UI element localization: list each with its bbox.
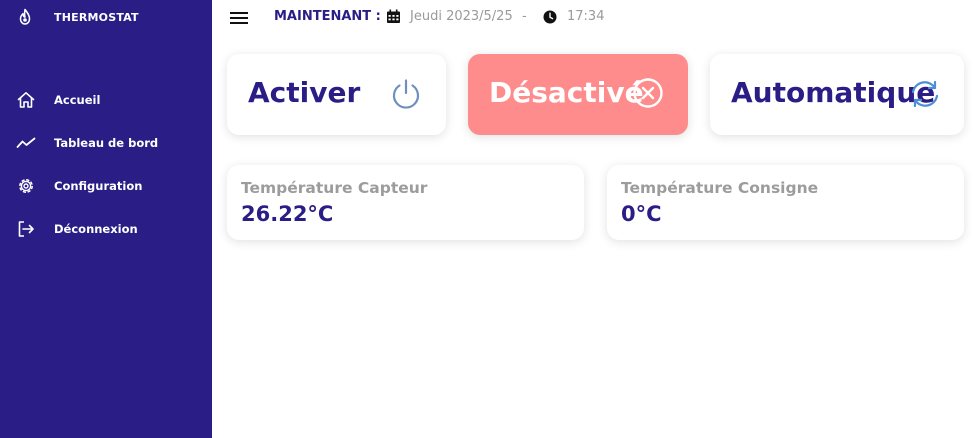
temperature-consigne-value: 0°C [621,202,662,226]
temperature-consigne-title: Température Consigne [621,179,819,197]
trend-line-icon [16,137,36,148]
temperature-capteur-card: Température Capteur 26.22°C [227,165,584,240]
now-label: MAINTENANT : [274,9,381,24]
sidebar: THERMOSTAT Accueil Tableau de bord Confi… [0,0,212,438]
sidebar-item-label: Tableau de bord [54,135,159,150]
sidebar-item-accueil[interactable]: Accueil [0,78,212,121]
hamburger-menu-icon[interactable] [230,10,248,26]
clock-icon [543,10,557,24]
automatique-label: Automatique [731,76,936,109]
activer-button[interactable]: Activer [227,54,446,135]
temperature-capteur-title: Température Capteur [241,179,428,197]
sidebar-item-tableau-de-bord[interactable]: Tableau de bord [0,121,212,164]
top-bar: MAINTENANT : Jeudi 2023/5/25 - 17:34 [212,0,974,36]
activer-label: Activer [248,76,361,109]
brand: THERMOSTAT [16,8,139,26]
power-icon [392,79,420,109]
sidebar-item-label: Accueil [54,92,101,107]
gear-icon [19,178,33,193]
current-time: 17:34 [567,9,605,24]
sidebar-item-configuration[interactable]: Configuration [0,164,212,207]
current-date: Jeudi 2023/5/25 [410,9,513,24]
automatique-button[interactable]: Automatique [710,54,964,135]
home-icon [17,91,35,108]
desactive-button[interactable]: Désactivé [468,54,688,135]
desactive-label: Désactivé [489,76,644,109]
logout-icon [18,220,34,237]
sidebar-item-label: Configuration [54,178,143,193]
date-time-separator: - [522,9,527,24]
calendar-icon [387,9,400,23]
sidebar-item-label: Déconnexion [54,221,138,236]
flame-icon [19,8,31,25]
temperature-capteur-value: 26.22°C [241,202,334,226]
close-circle-icon [633,78,663,108]
sidebar-nav: Accueil Tableau de bord Configuration Dé… [0,78,212,250]
sidebar-item-deconnexion[interactable]: Déconnexion [0,207,212,250]
refresh-icon [911,80,939,108]
temperature-consigne-card: Température Consigne 0°C [607,165,964,240]
brand-label: THERMOSTAT [54,10,139,24]
